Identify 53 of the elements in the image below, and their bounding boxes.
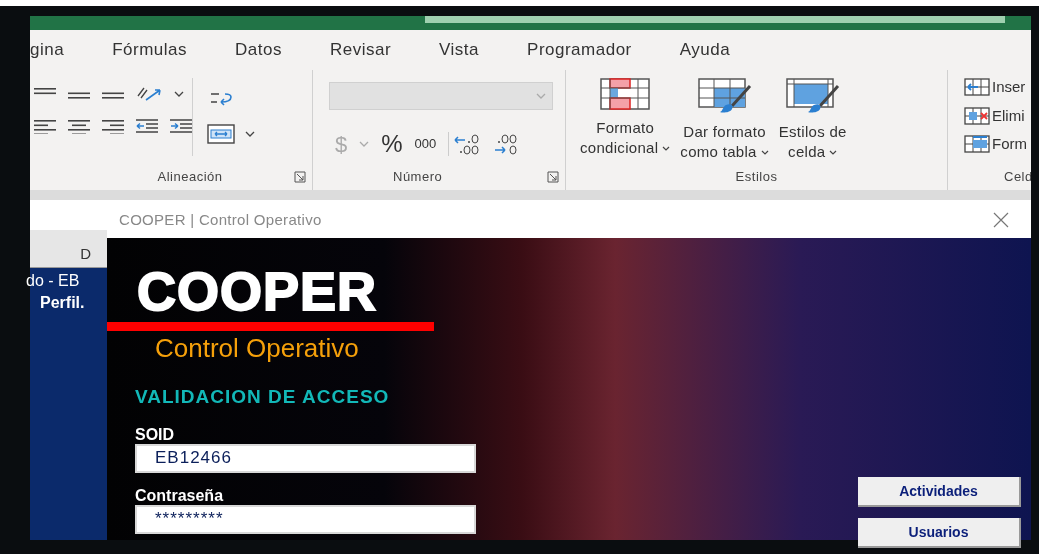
action-button[interactable]: Actividades xyxy=(858,477,1021,507)
align-center-icon[interactable] xyxy=(68,118,90,134)
field-label: Contraseña xyxy=(135,486,224,505)
style-button[interactable]: Dar formato como tabla xyxy=(680,78,769,162)
chevron-icon xyxy=(536,93,546,99)
increase-indent-icon[interactable] xyxy=(170,118,192,134)
chevron-icon xyxy=(760,149,769,155)
decrease-decimal-icon[interactable] xyxy=(493,132,520,156)
action-button[interactable]: Usuarios xyxy=(858,518,1021,548)
brand-subtitle: Control Operativo xyxy=(155,333,360,363)
increase-decimal-icon[interactable] xyxy=(448,132,482,156)
chevron-icon[interactable] xyxy=(245,131,255,137)
merge-cells-icon[interactable] xyxy=(207,124,235,144)
delete-cells-icon xyxy=(964,106,990,125)
input-field[interactable]: ********* xyxy=(135,504,476,534)
cell-text: Perfil. xyxy=(39,293,85,313)
close-icon[interactable] xyxy=(993,212,1009,228)
ribbon-tab[interactable]: Ayuda xyxy=(679,37,731,63)
input-field[interactable]: EB12466 xyxy=(135,443,476,473)
dialog-launcher-icon[interactable] xyxy=(294,171,306,183)
group-label: Número xyxy=(393,168,443,187)
section-heading: VALIDACION DE ACCESO xyxy=(135,385,391,409)
style-button[interactable]: Formato condicional xyxy=(580,78,671,158)
cells-button[interactable]: Form xyxy=(964,133,1031,156)
style-button[interactable]: Estilos de celda xyxy=(778,78,847,162)
format-cells-icon xyxy=(964,135,990,154)
percent-button[interactable]: % xyxy=(381,126,403,162)
field-label: SOID xyxy=(135,425,175,444)
chevron-icon[interactable] xyxy=(174,91,184,97)
cell-brush-icon xyxy=(785,78,840,114)
thousands-button[interactable]: 000 xyxy=(414,134,437,154)
dialog-launcher-icon[interactable] xyxy=(547,171,559,183)
cells-button[interactable]: Elimi xyxy=(964,104,1031,127)
conditional-format-icon xyxy=(600,78,651,110)
dialog-title: COOPER | Control Operativo xyxy=(119,209,322,230)
insert-cells-icon xyxy=(964,78,990,97)
ribbon-tab[interactable]: Datos xyxy=(235,37,282,63)
group-label: Alineación xyxy=(156,168,223,187)
brand-title: COOPER xyxy=(137,264,379,318)
group-label: Estilos xyxy=(735,168,778,187)
cells-button[interactable]: Inser xyxy=(964,76,1031,99)
align-left-icon[interactable] xyxy=(34,118,56,134)
ribbon-tab[interactable]: Revisar xyxy=(329,37,392,63)
ribbon-tab[interactable]: Fórmulas xyxy=(112,37,187,63)
chevron-icon xyxy=(829,149,838,155)
cell-text: do - EB xyxy=(26,271,80,291)
chevron-icon xyxy=(662,145,671,151)
decrease-indent-icon[interactable] xyxy=(136,118,158,134)
ribbon-tab[interactable]: Programador xyxy=(527,37,632,63)
ribbon-tab[interactable]: Vista xyxy=(439,37,480,63)
table-brush-icon xyxy=(697,78,752,114)
align-right-icon[interactable] xyxy=(102,118,124,134)
ribbon-tab[interactable]: gina xyxy=(30,37,65,63)
